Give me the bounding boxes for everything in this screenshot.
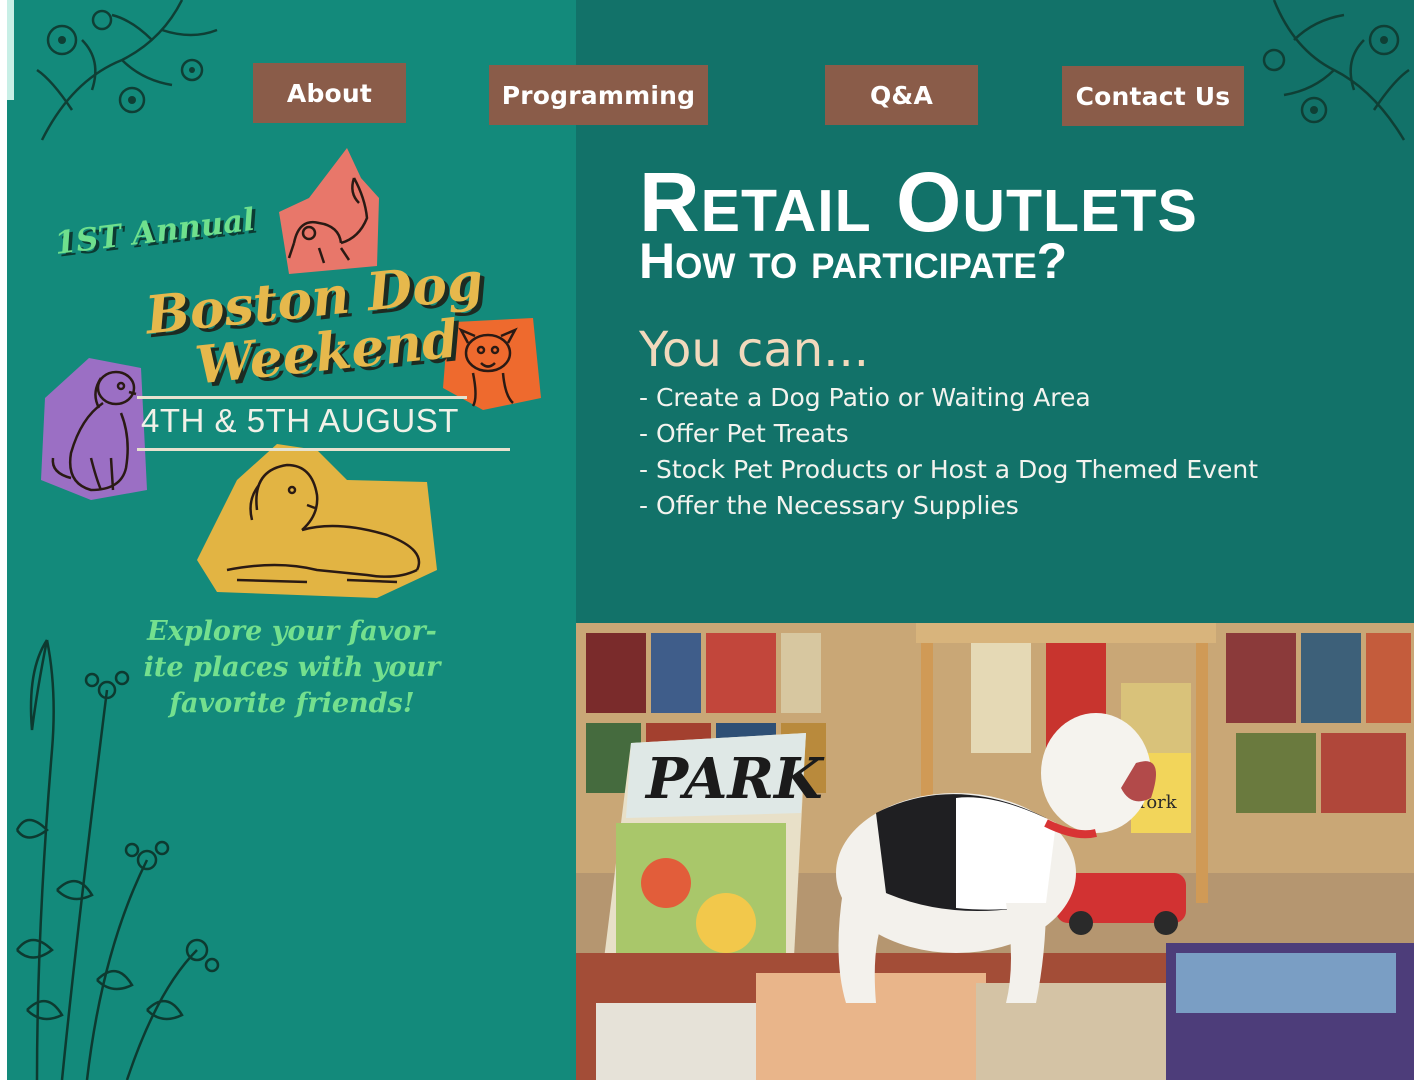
floral-icon — [36, 0, 218, 141]
list-item: - Offer Pet Treats — [639, 419, 849, 448]
page-subheading: How to participate? — [639, 233, 1068, 289]
corner-tab — [7, 0, 14, 100]
list-item: - Create a Dog Patio or Waiting Area — [639, 383, 1091, 412]
nav-about-button[interactable]: About — [253, 63, 406, 123]
botanical-plant-icon — [15, 639, 220, 1080]
date-divider — [137, 448, 510, 451]
dog-stretch-icon — [279, 148, 379, 274]
nav-programming-button[interactable]: Programming — [489, 65, 708, 125]
puppy-sitting-icon — [41, 358, 147, 500]
list-item: - Stock Pet Products or Host a Dog Theme… — [639, 455, 1258, 484]
book-title: PARK — [644, 746, 825, 812]
nav-contact-button[interactable]: Contact Us — [1062, 66, 1244, 126]
you-can-label: You can... — [639, 322, 869, 378]
participation-list: - Create a Dog Patio or Waiting Area - O… — [639, 380, 1258, 524]
nav-qa-button[interactable]: Q&A — [825, 65, 978, 125]
page-heading: Retail Outlets — [639, 155, 1198, 249]
page: About Programming Q&A Contact Us 1ST Ann… — [7, 0, 1414, 1080]
list-item: - Offer the Necessary Supplies — [639, 491, 1019, 520]
floral-icon — [1262, 0, 1410, 141]
title-divider — [137, 396, 467, 399]
bookstore-dog-photo: PARK York — [576, 623, 1414, 1080]
dog-lying-icon — [197, 444, 437, 598]
event-dates: 4TH & 5TH AUGUST — [141, 402, 459, 439]
